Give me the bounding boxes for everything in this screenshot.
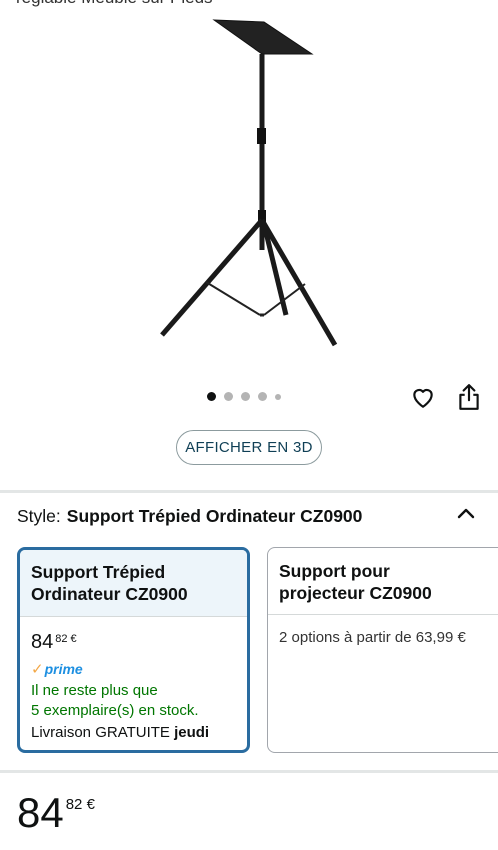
stock-line: Il ne reste plus que [31,682,158,699]
gallery-dot[interactable] [241,392,250,401]
price-whole: 84 [17,789,64,836]
option-title-line: projecteur CZ0900 [279,583,432,603]
gallery-dot[interactable] [275,393,281,400]
gallery-pagination [207,392,281,401]
option-title-line: Support pour [279,561,390,581]
gallery-dot[interactable] [207,392,216,401]
heart-icon[interactable] [410,384,436,410]
product-price: 84 82 € [17,790,95,836]
delivery-info: Livraison GRATUITE jeudi [31,724,236,741]
option-title-line: Ordinateur CZ0900 [31,584,188,604]
share-icon[interactable] [456,383,482,411]
divider [0,770,498,773]
option-availability: 2 options à partir de 63,99 € [279,629,466,646]
stock-line: 5 exemplaire(s) en stock. [31,702,199,719]
price-fraction: 82 € [55,633,77,645]
divider [0,490,498,493]
style-option-card[interactable]: Support pour projecteur CZ0900 2 options… [267,547,498,753]
gallery-dot[interactable] [224,392,233,401]
option-title: Support pour projecteur CZ0900 [268,548,498,615]
option-title: Support Trépied Ordinateur CZ0900 [20,550,247,617]
price-whole: 84 [31,631,54,653]
delivery-prefix: Livraison GRATUITE [31,724,170,741]
prime-label: prime [44,661,83,677]
chevron-up-icon[interactable] [456,505,476,521]
style-label: Style: [17,506,61,526]
product-image[interactable] [140,10,360,360]
prime-check-icon: ✓ [31,661,44,678]
price-fraction: 82 € [65,796,95,813]
gallery-dot[interactable] [258,392,267,401]
product-title-fragment: réglable Meuble sur Pieds [16,0,213,8]
style-value: Support Trépied Ordinateur CZ0900 [66,506,363,526]
option-title-line: Support Trépied [31,562,166,582]
view-3d-button[interactable]: AFFICHER EN 3D [176,430,322,465]
option-price: 84 82 € [31,631,236,654]
delivery-day: jeudi [174,724,210,741]
style-selector-label: Style: Support Trépied Ordinateur CZ0900 [17,506,362,527]
style-option-card-selected[interactable]: Support Trépied Ordinateur CZ0900 84 82 €… [17,547,250,753]
prime-badge: ✓ prime [31,660,236,678]
stock-status: Il ne reste plus que 5 exemplaire(s) en … [31,681,236,721]
